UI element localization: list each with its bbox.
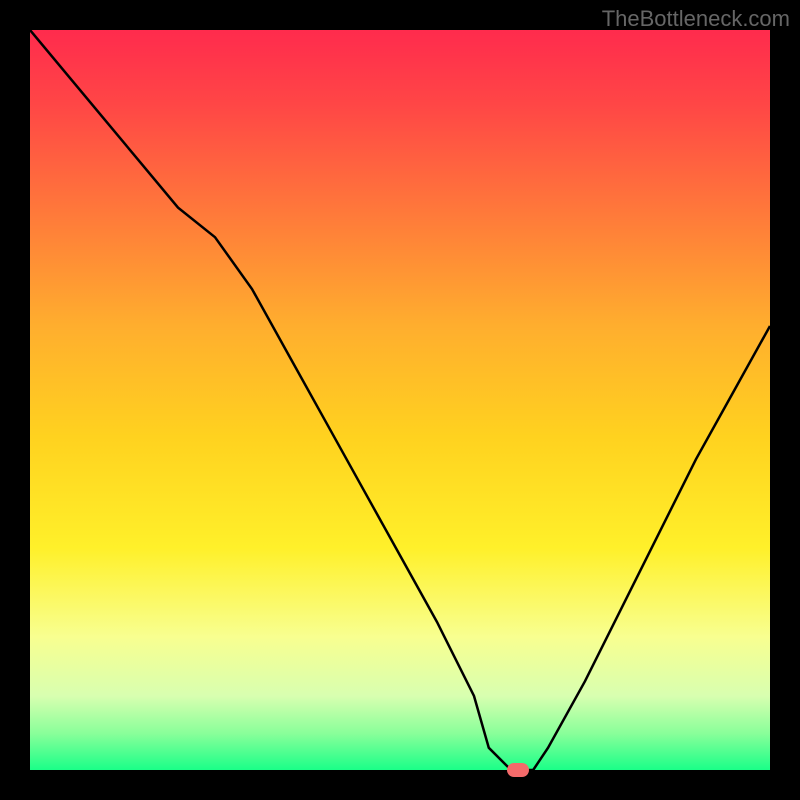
chart-svg	[30, 30, 770, 770]
gradient-background	[30, 30, 770, 770]
chart-plot-area	[30, 30, 770, 770]
optimal-marker	[507, 763, 529, 777]
watermark: TheBottleneck.com	[602, 6, 790, 32]
